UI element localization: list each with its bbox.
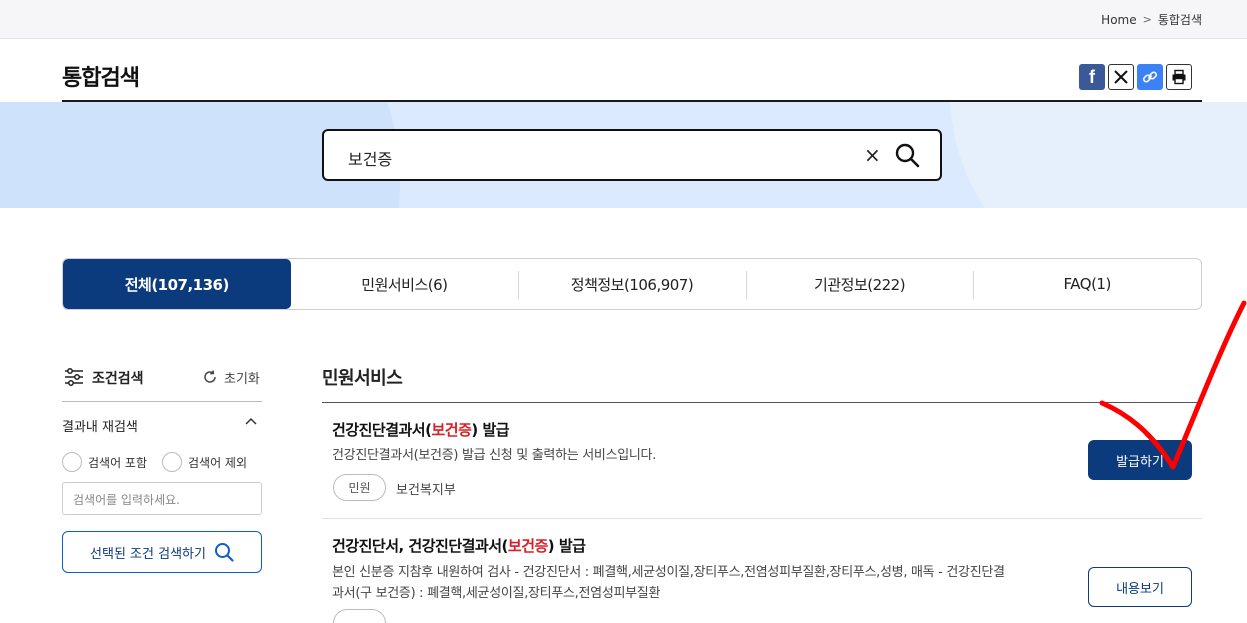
checkmark-annotation: [1099, 300, 1247, 470]
tab-agency-info[interactable]: 기관정보(222): [745, 259, 974, 309]
facebook-share-icon[interactable]: f: [1079, 64, 1105, 90]
page-title: 통합검색: [62, 66, 140, 91]
section-title: 민원서비스: [322, 368, 403, 389]
breadcrumb-home[interactable]: Home: [1101, 13, 1136, 27]
radio-circle[interactable]: [162, 452, 182, 472]
title-text: 건강진단결과서(: [332, 421, 432, 439]
reset-button[interactable]: 초기화: [224, 368, 260, 387]
result-description: 건강진단결과서(보건증) 발급 신청 및 출력하는 서비스입니다.: [332, 448, 657, 463]
radio-exclude-label: 검색어 제외: [188, 455, 248, 470]
chevron-right-icon: >: [1142, 13, 1152, 26]
refresh-icon[interactable]: [202, 369, 218, 385]
view-details-button[interactable]: 내용보기: [1088, 567, 1192, 607]
tab-policy-info[interactable]: 정책정보(106,907): [518, 259, 746, 309]
link-copy-icon[interactable]: [1137, 64, 1163, 90]
filter-heading: 조건검색: [92, 371, 144, 387]
breadcrumb: Home > 통합검색: [1101, 11, 1202, 28]
chevron-up-icon[interactable]: [244, 416, 258, 426]
title-highlight: 보건증: [507, 537, 548, 555]
result-description-line: 본인 신분증 지참후 내원하여 검사 - 건강진단서 : 폐결핵,세균성이질,장…: [332, 565, 1005, 580]
condition-search-label: 선택된 조건 검색하기: [90, 546, 206, 562]
title-text: ) 발급: [547, 537, 586, 555]
result-divider: [322, 518, 1202, 519]
x-share-icon[interactable]: [1108, 64, 1134, 90]
condition-search-button[interactable]: 선택된 조건 검색하기: [62, 531, 262, 573]
radio-include-label: 검색어 포함: [88, 455, 148, 470]
search-icon[interactable]: [894, 142, 920, 168]
decorative-circle: [950, 102, 1247, 208]
title-text: 건강진단서, 건강진단결과서(: [332, 537, 508, 555]
category-chip: 민원: [333, 474, 386, 501]
result-description-line: 과서(구 보건증) : 폐결핵,세균성이질,장티푸스,전염성피부질환: [332, 586, 661, 601]
radio-exclude[interactable]: 검색어 제외: [162, 452, 247, 472]
search-query[interactable]: 보건증: [348, 146, 392, 170]
title-text: ) 발급: [471, 421, 510, 439]
filter-header: 조건검색 초기화: [62, 366, 262, 388]
search-input[interactable]: 보건증 ×: [322, 129, 942, 181]
result-title[interactable]: 건강진단결과서(보건증) 발급: [332, 419, 510, 440]
section-divider: [322, 402, 1202, 403]
title-highlight: 보건증: [431, 421, 472, 439]
print-icon[interactable]: [1166, 64, 1192, 90]
agency-name: 보건복지부: [396, 483, 456, 498]
filter-sliders-icon: [65, 368, 83, 386]
radio-include[interactable]: 검색어 포함: [62, 452, 147, 472]
result-title[interactable]: 건강진단서, 건강진단결과서(보건증) 발급: [332, 535, 586, 556]
search-icon: [214, 543, 234, 562]
refine-search-title[interactable]: 결과내 재검색: [62, 416, 138, 435]
category-chip: [333, 609, 386, 623]
radio-circle[interactable]: [62, 452, 82, 472]
breadcrumb-current: 통합검색: [1157, 13, 1202, 27]
result-category-tabs: 전체(107,136) 민원서비스(6) 정책정보(106,907) 기관정보(…: [62, 258, 1202, 310]
sidebar-divider: [62, 401, 262, 402]
clear-icon[interactable]: ×: [864, 143, 881, 167]
tab-civil-service[interactable]: 민원서비스(6): [291, 259, 519, 309]
tab-all[interactable]: 전체(107,136): [63, 259, 291, 309]
top-utility-bar: Home > 통합검색: [0, 0, 1247, 39]
refine-search-input[interactable]: 검색어를 입력하세요.: [62, 482, 262, 515]
